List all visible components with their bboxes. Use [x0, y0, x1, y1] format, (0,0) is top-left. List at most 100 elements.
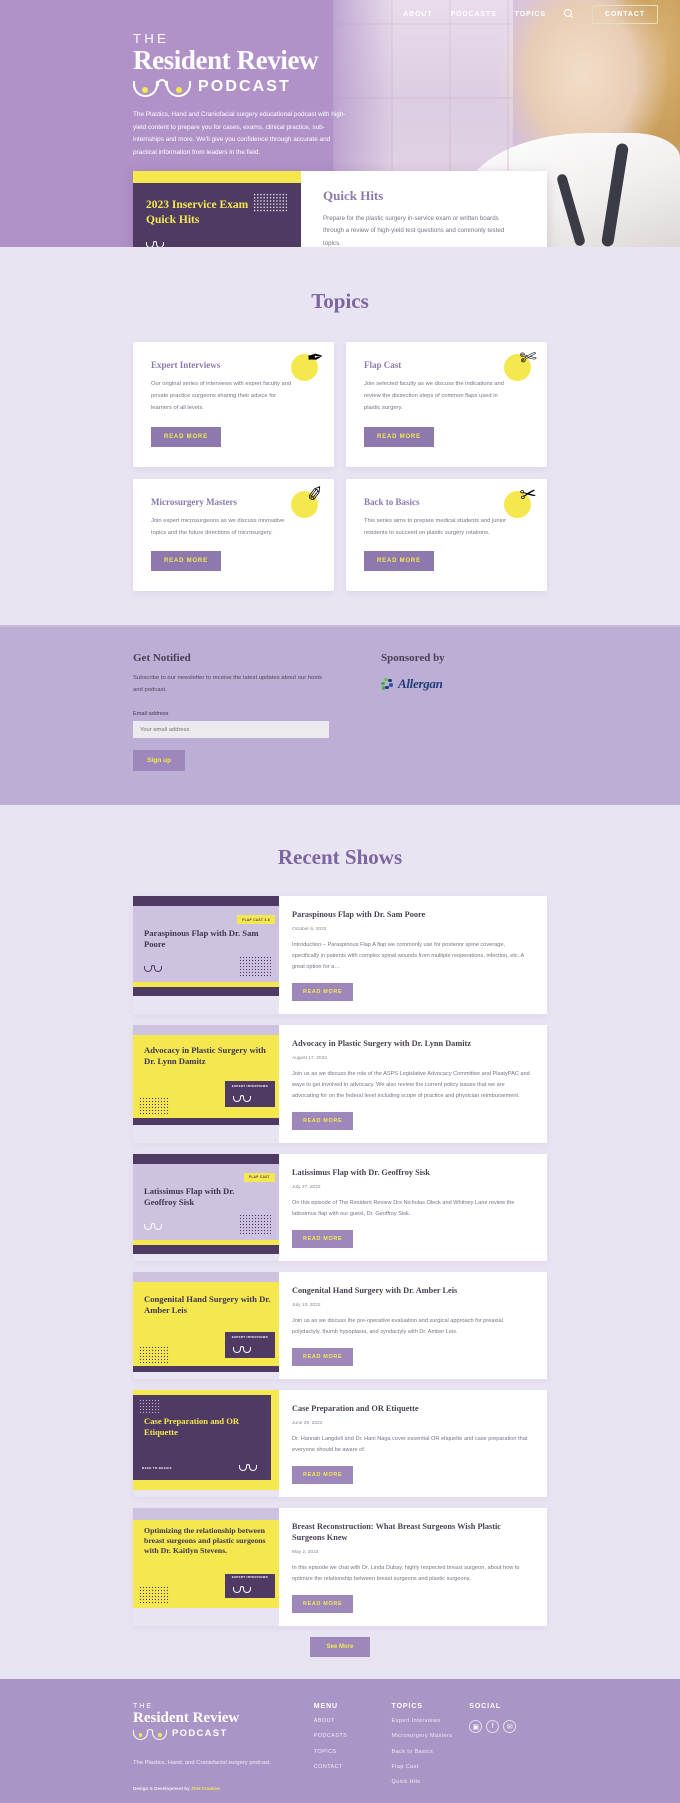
- show-excerpt: Introduction – Paraspinous Flap A flap w…: [292, 942, 524, 970]
- show-item[interactable]: Optimizing the relationship between brea…: [133, 1507, 547, 1626]
- show-title: Case Preparation and OR Etiquette: [292, 1403, 419, 1413]
- sponsor-heading: Sponsored by: [381, 652, 445, 665]
- show-title: Latissimus Flap with Dr. Geoffroy Sisk: [292, 1167, 430, 1177]
- show-thumbnail: Optimizing the relationship between brea…: [133, 1507, 279, 1608]
- show-date: June 29, 2022: [292, 1421, 323, 1426]
- show-title: Breast Reconstruction: What Breast Surge…: [292, 1521, 501, 1542]
- show-thumb-tag: EXPERT INTERVIEWS: [231, 1335, 268, 1340]
- footer-credit: Design & Development by JOH Creative: [133, 1786, 220, 1791]
- footer-link-about[interactable]: ABOUT: [314, 1717, 392, 1725]
- glasses-icon-small: [233, 1345, 251, 1353]
- topic-read-more-button[interactable]: READ MORE: [364, 551, 434, 572]
- nav-item-topics[interactable]: TOPICS: [515, 11, 546, 18]
- show-title: Advocacy in Plastic Surgery with Dr. Lyn…: [292, 1038, 471, 1048]
- hero-logo: THE Resident Review PODCAST The Plastics…: [133, 32, 353, 159]
- show-thumbnail: Advocacy in Plastic Surgery with Dr. Lyn…: [133, 1024, 279, 1125]
- topic-card-expert-interviews[interactable]: ✒ Expert Interviews Our original series …: [133, 342, 334, 467]
- facebook-icon[interactable]: f: [486, 1720, 500, 1733]
- show-thumb-tag: FLAP CAST: [244, 1172, 275, 1182]
- footer-topic-expert-interviews[interactable]: Expert Interviews: [392, 1717, 470, 1725]
- newsletter-text: Subscribe to our newsletter to receive t…: [133, 675, 322, 694]
- search-icon[interactable]: [564, 9, 574, 19]
- show-read-more-button[interactable]: READ MORE: [292, 1111, 354, 1130]
- contact-button[interactable]: CONTACT: [592, 4, 658, 24]
- show-thumbnail: Case Preparation and OR Etiquette BACK T…: [133, 1389, 279, 1490]
- email-label: Email address: [133, 711, 169, 717]
- footer-topic-back-to-basics[interactable]: Back to Basics: [392, 1748, 470, 1756]
- footer-menu-column: MENU ABOUT PODCASTS TOPICS CONTACT: [314, 1703, 392, 1786]
- recent-shows-section: Recent Shows FLAP CAST 3.6 Paraspinous F…: [0, 805, 680, 1679]
- topic-text: Our original series of interviews with e…: [151, 381, 292, 411]
- twitter-icon[interactable]: ✉: [503, 1720, 517, 1733]
- main-navigation: ABOUT PODCASTS TOPICS CONTACT: [0, 0, 680, 28]
- footer-topic-flap-cast[interactable]: Flap Cast: [392, 1763, 470, 1771]
- show-item[interactable]: Advocacy in Plastic Surgery with Dr. Lyn…: [133, 1024, 547, 1143]
- topic-card-back-to-basics[interactable]: ✂ Back to Basics This series aims to pre…: [346, 478, 547, 592]
- glasses-icon-small: [144, 1222, 162, 1230]
- topic-read-more-button[interactable]: READ MORE: [151, 426, 221, 447]
- needle-icon: ✐: [305, 482, 326, 507]
- nav-item-podcasts[interactable]: PODCASTS: [451, 11, 497, 18]
- footer-topic-microsurgery-masters[interactable]: Microsurgery Masters: [392, 1732, 470, 1740]
- show-item[interactable]: FLAP CAST 3.6 Paraspinous Flap with Dr. …: [133, 896, 547, 1014]
- topic-read-more-button[interactable]: READ MORE: [151, 551, 221, 572]
- allergan-wordmark: Allergan: [398, 676, 443, 692]
- show-read-more-button[interactable]: READ MORE: [292, 982, 354, 1001]
- footer-topics-heading: TOPICS: [391, 1703, 423, 1710]
- glasses-icon-small: [233, 1094, 251, 1102]
- allergan-mark-icon: [381, 677, 394, 691]
- show-thumb-title: Paraspinous Flap with Dr. Sam Poore: [144, 928, 259, 950]
- show-thumb-title: Case Preparation and OR Etiquette: [144, 1415, 240, 1437]
- credit-prefix: Design & Development by: [133, 1786, 191, 1791]
- show-thumb-tag: BACK TO BASICS: [142, 1465, 172, 1470]
- footer-logo-podcast: PODCAST: [172, 1728, 228, 1739]
- hero-section: ABOUT PODCASTS TOPICS CONTACT THE Reside…: [0, 0, 680, 247]
- email-field[interactable]: [133, 721, 329, 738]
- show-date: July 13, 2022: [292, 1303, 321, 1308]
- show-date: July 27, 2022: [292, 1185, 321, 1190]
- topic-card-flap-cast[interactable]: ✄ Flap Cast Join selected faculty as we …: [346, 342, 547, 467]
- show-thumb-title: Congenital Hand Surgery with Dr. Amber L…: [144, 1293, 271, 1315]
- show-thumb-title: Latissimus Flap with Dr. Geoffroy Sisk: [144, 1185, 235, 1207]
- show-thumbnail: Congenital Hand Surgery with Dr. Amber L…: [133, 1271, 279, 1372]
- quick-hits-artwork: 2023 Inservice Exam Quick Hits QUICK HIT…: [133, 171, 301, 247]
- forceps-icon: ✄: [518, 345, 539, 371]
- logo-title: Resident Review: [133, 45, 319, 75]
- show-excerpt: Join us as we discuss the role of the AS…: [292, 1071, 530, 1099]
- show-read-more-button[interactable]: READ MORE: [292, 1229, 354, 1248]
- footer-link-contact[interactable]: CONTACT: [314, 1763, 392, 1771]
- show-excerpt: In this episode we chat with Dr. Linda D…: [292, 1565, 520, 1583]
- credit-link[interactable]: JOH Creative: [191, 1786, 220, 1791]
- see-more-button[interactable]: See More: [309, 1637, 371, 1657]
- logo-the-text: THE: [133, 31, 170, 46]
- topics-card-grid: ✒ Expert Interviews Our original series …: [133, 342, 547, 592]
- show-title: Congenital Hand Surgery with Dr. Amber L…: [292, 1285, 458, 1295]
- glasses-icon: [133, 1728, 167, 1740]
- show-thumbnail: FLAP CAST Latissimus Flap with Dr. Geoff…: [133, 1153, 279, 1254]
- newsletter-section: Get Notified Subscribe to our newsletter…: [0, 625, 680, 805]
- glasses-icon-small: [233, 1585, 251, 1593]
- signup-button[interactable]: Sign up: [133, 750, 186, 771]
- show-item[interactable]: Congenital Hand Surgery with Dr. Amber L…: [133, 1271, 547, 1379]
- instagram-icon[interactable]: ▣: [469, 1720, 483, 1733]
- footer-link-podcasts[interactable]: PODCASTS: [314, 1732, 392, 1740]
- show-item[interactable]: Case Preparation and OR Etiquette BACK T…: [133, 1389, 547, 1497]
- glasses-icon-small: [239, 1463, 257, 1471]
- show-read-more-button[interactable]: READ MORE: [292, 1347, 354, 1366]
- topics-heading: Topics: [311, 289, 369, 313]
- topic-read-more-button[interactable]: READ MORE: [364, 426, 434, 447]
- logo-podcast-text: PODCAST: [198, 78, 291, 96]
- show-title: Paraspinous Flap with Dr. Sam Poore: [292, 910, 426, 919]
- show-item[interactable]: FLAP CAST Latissimus Flap with Dr. Geoff…: [133, 1153, 547, 1261]
- show-read-more-button[interactable]: READ MORE: [292, 1465, 354, 1484]
- show-read-more-button[interactable]: READ MORE: [292, 1595, 354, 1613]
- show-thumb-tag: FLAP CAST 3.6: [237, 915, 275, 924]
- show-thumb-title: Advocacy in Plastic Surgery with Dr. Lyn…: [144, 1044, 266, 1067]
- topic-card-microsurgery-masters[interactable]: ✐ Microsurgery Masters Join expert micro…: [133, 478, 334, 592]
- show-excerpt: Dr. Hannah Langdell and Dr. Hani Naga co…: [292, 1436, 528, 1453]
- footer-social-heading: SOCIAL: [469, 1703, 502, 1710]
- show-date: May 2, 2022: [292, 1550, 319, 1556]
- footer-link-topics[interactable]: TOPICS: [314, 1748, 392, 1756]
- footer-topic-quick-hits[interactable]: Quick Hits: [392, 1778, 470, 1786]
- nav-item-about[interactable]: ABOUT: [403, 11, 432, 18]
